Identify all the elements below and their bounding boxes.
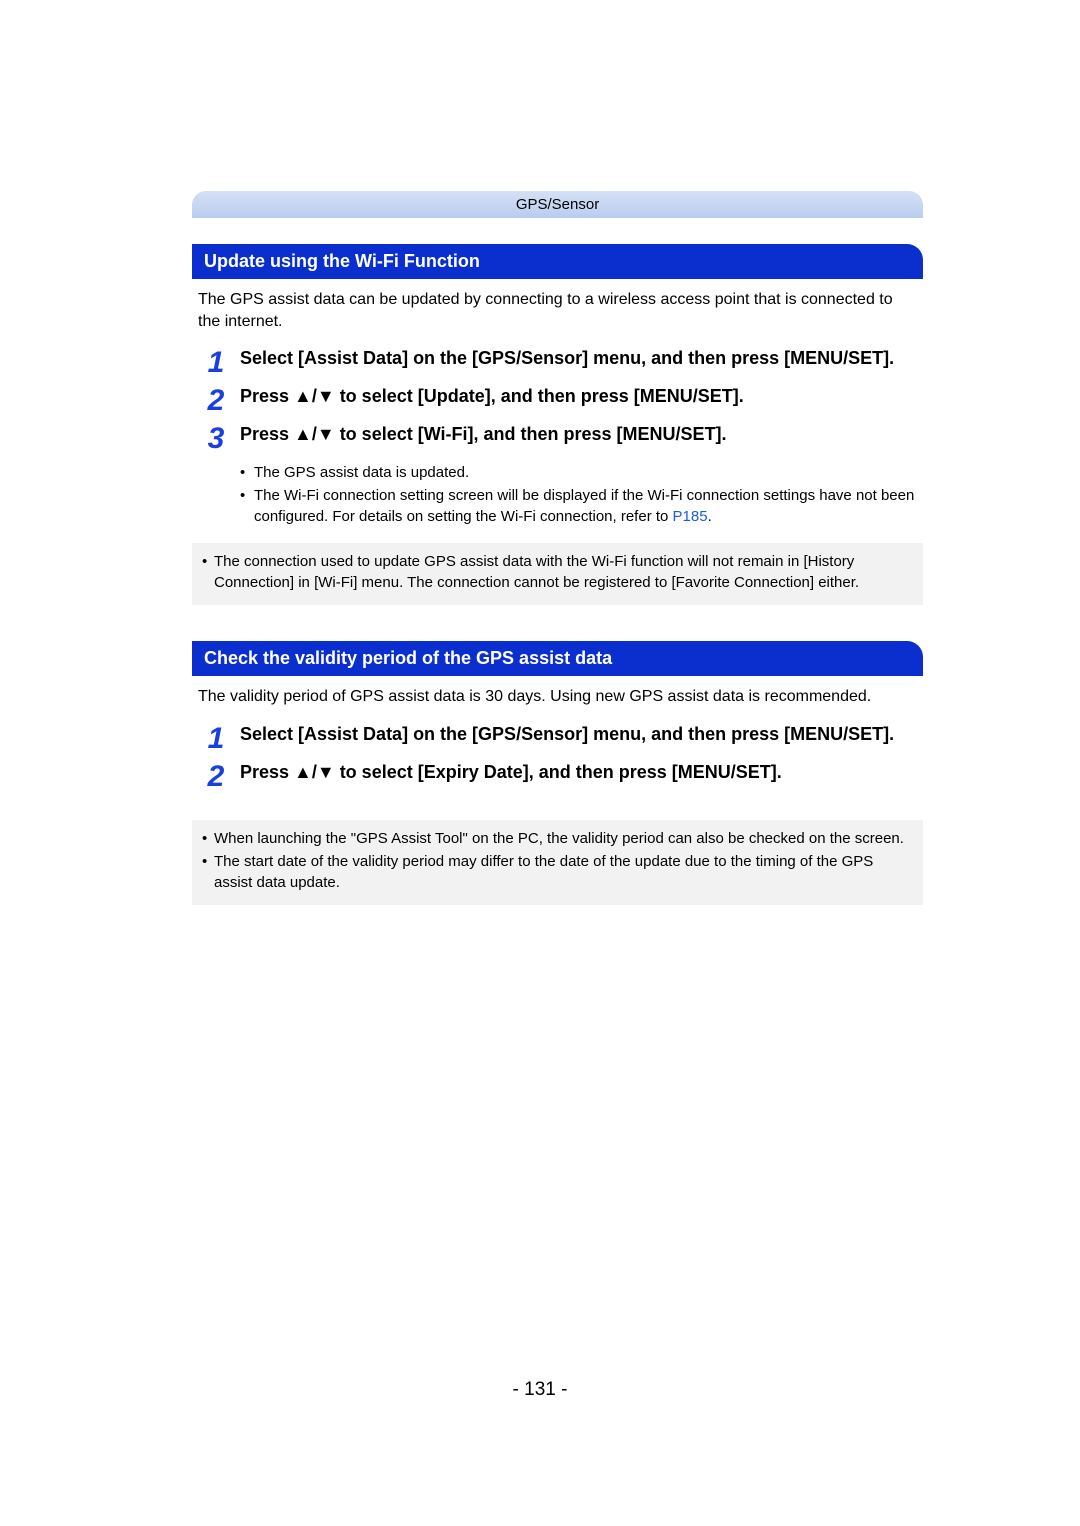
section1-intro: The GPS assist data can be updated by co… xyxy=(198,289,917,332)
note-text: The connection used to update GPS assist… xyxy=(214,551,913,593)
step-instruction: Press ▲/▼ to select [Update], and then p… xyxy=(240,384,923,408)
sub-bullet-text: The GPS assist data is updated. xyxy=(254,462,469,483)
step-instruction: Select [Assist Data] on the [GPS/Sensor]… xyxy=(240,722,923,746)
note-row: • When launching the "GPS Assist Tool" o… xyxy=(202,828,913,849)
section2-note-box: • When launching the "GPS Assist Tool" o… xyxy=(192,820,923,905)
bullet-dot-icon: • xyxy=(202,851,214,893)
step-instruction: Select [Assist Data] on the [GPS/Sensor]… xyxy=(240,346,923,370)
bullet-dot-icon: • xyxy=(202,828,214,849)
step-number: 1 xyxy=(192,346,240,378)
step-row: 1 Select [Assist Data] on the [GPS/Senso… xyxy=(192,722,923,754)
step-instruction: Press ▲/▼ to select [Expiry Date], and t… xyxy=(240,760,923,784)
note-row: • The connection used to update GPS assi… xyxy=(202,551,913,593)
page-reference-link[interactable]: P185 xyxy=(673,508,708,525)
bullet-dot-icon: • xyxy=(202,551,214,593)
bullet-dot-icon: • xyxy=(240,485,254,527)
page-number: - 131 - xyxy=(0,1379,1080,1401)
section2-intro: The validity period of GPS assist data i… xyxy=(198,686,917,708)
section2-steps: 1 Select [Assist Data] on the [GPS/Senso… xyxy=(192,722,923,792)
step-number: 3 xyxy=(192,422,240,454)
section-heading-wifi-update: Update using the Wi-Fi Function xyxy=(192,244,923,279)
up-down-arrows-icon: ▲/▼ xyxy=(294,386,335,406)
up-down-arrows-icon: ▲/▼ xyxy=(294,424,335,444)
step-row: 2 Press ▲/▼ to select [Update], and then… xyxy=(192,384,923,416)
sub-bullet: • The GPS assist data is updated. xyxy=(240,462,923,483)
section1-steps: 1 Select [Assist Data] on the [GPS/Senso… xyxy=(192,346,923,527)
step-number: 2 xyxy=(192,384,240,416)
step-row: 2 Press ▲/▼ to select [Expiry Date], and… xyxy=(192,760,923,792)
step-number: 1 xyxy=(192,722,240,754)
step-number: 2 xyxy=(192,760,240,792)
step3-subnotes: • The GPS assist data is updated. • The … xyxy=(240,462,923,527)
step-instruction: Press ▲/▼ to select [Wi-Fi], and then pr… xyxy=(240,422,923,446)
manual-page: GPS/Sensor Update using the Wi-Fi Functi… xyxy=(0,0,1080,905)
note-row: • The start date of the validity period … xyxy=(202,851,913,893)
step-row: 1 Select [Assist Data] on the [GPS/Senso… xyxy=(192,346,923,378)
section-heading-validity: Check the validity period of the GPS ass… xyxy=(192,641,923,676)
up-down-arrows-icon: ▲/▼ xyxy=(294,762,335,782)
sub-bullet: • The Wi-Fi connection setting screen wi… xyxy=(240,485,923,527)
note-text: When launching the "GPS Assist Tool" on … xyxy=(214,828,904,849)
sub-bullet-text: The Wi-Fi connection setting screen will… xyxy=(254,485,923,527)
step-row: 3 Press ▲/▼ to select [Wi-Fi], and then … xyxy=(192,422,923,454)
bullet-dot-icon: • xyxy=(240,462,254,483)
category-banner: GPS/Sensor xyxy=(192,191,923,218)
note-text: The start date of the validity period ma… xyxy=(214,851,913,893)
section1-note-box: • The connection used to update GPS assi… xyxy=(192,543,923,605)
